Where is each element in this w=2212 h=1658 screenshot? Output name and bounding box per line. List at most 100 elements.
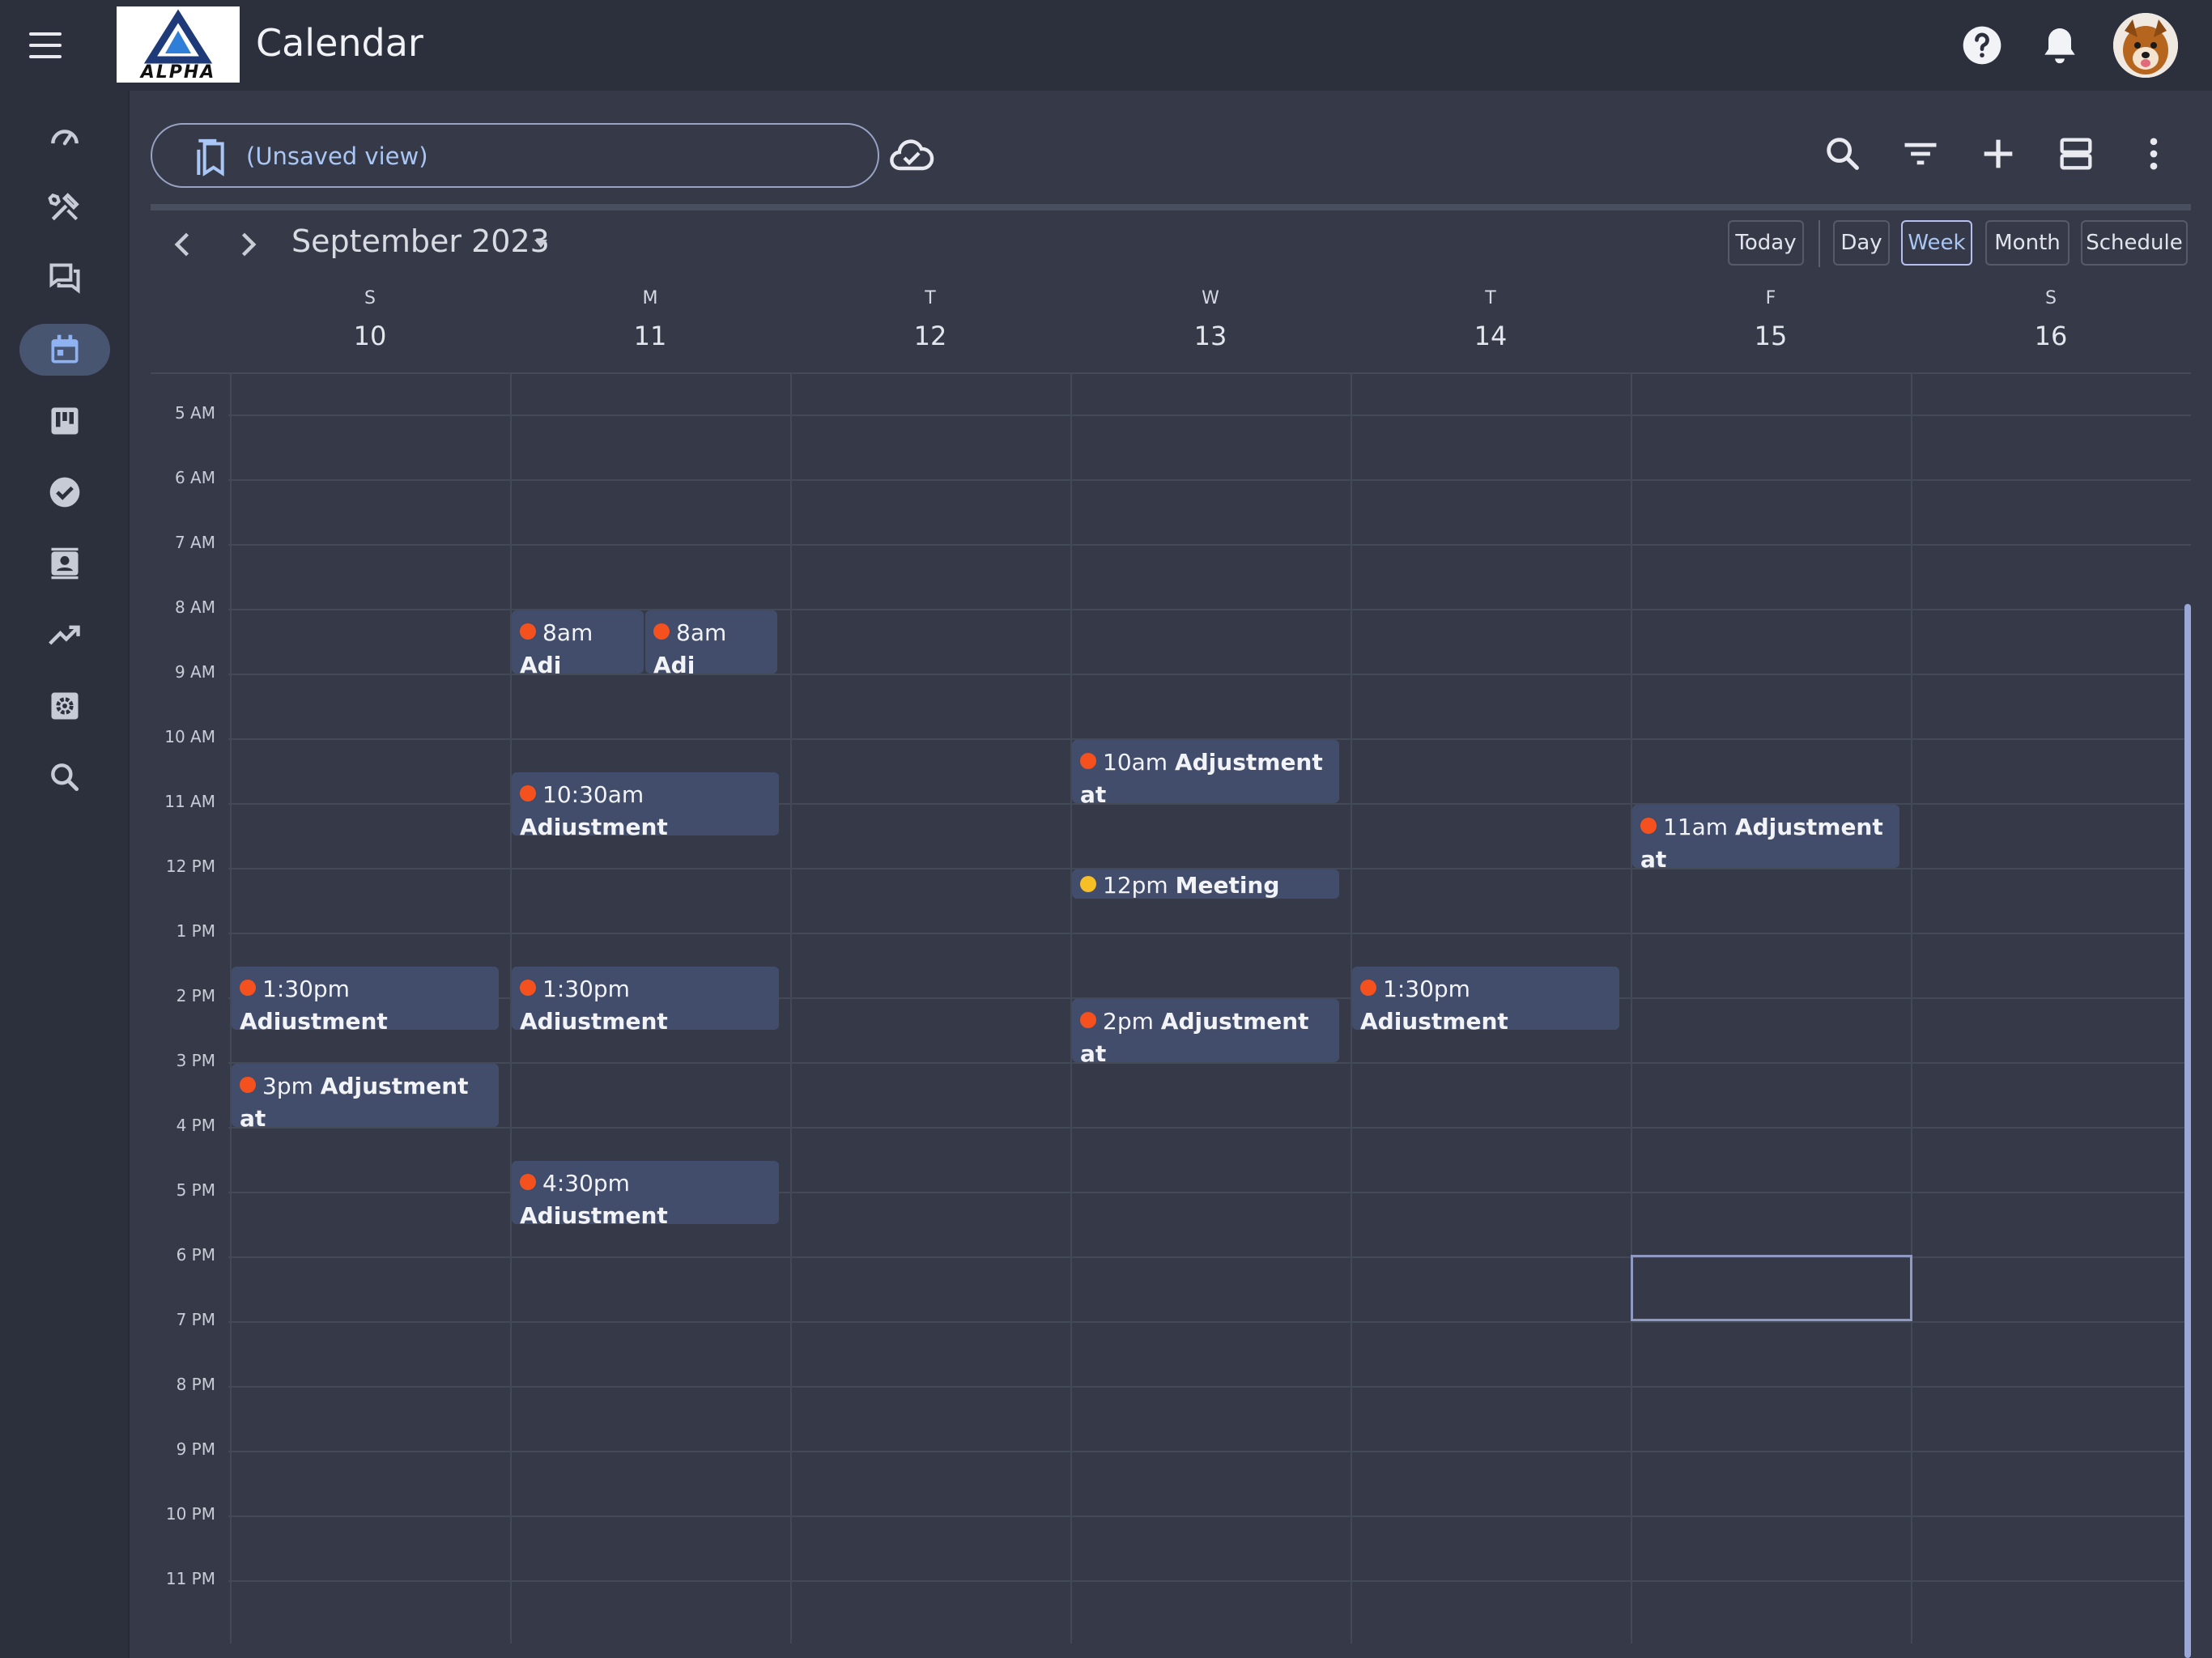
calendar-event[interactable]: 4:30pm Adjustmentat 576671 Adams (512, 1161, 779, 1224)
day-number[interactable]: 13 (1070, 321, 1351, 351)
cloud-done-icon[interactable] (889, 138, 934, 173)
sidebar-item-board[interactable] (19, 395, 110, 447)
hour-line (228, 1321, 2191, 1323)
day-number[interactable]: 12 (790, 321, 1070, 351)
hour-line (228, 1451, 2191, 1452)
calendar-event[interactable]: 8am Adjustment at (645, 610, 777, 674)
sidebar-item-reports[interactable] (19, 609, 110, 661)
day-number[interactable]: 16 (1911, 321, 2191, 351)
event-time: 2pm (1103, 1008, 1154, 1035)
time-label: 7 PM (176, 1310, 215, 1329)
chevron-right-icon[interactable] (230, 227, 266, 262)
day-header-16[interactable]: S 16 (1911, 288, 2191, 351)
day-header-13[interactable]: W 13 (1070, 288, 1351, 351)
day-of-week-label: S (364, 288, 376, 308)
event-time: 1:30pm (262, 976, 350, 1002)
day-column-divider (790, 372, 792, 1643)
calendar-event[interactable]: 11am Adjustment at504813 Hayes Falls, (1632, 805, 1899, 868)
calendar-event[interactable]: 12pm Meeting with (1072, 869, 1339, 899)
event-color-dot (653, 623, 670, 640)
event-color-dot (1080, 876, 1096, 892)
sidebar-item-tasks[interactable] (19, 466, 110, 518)
event-time: 10:30am (542, 781, 644, 808)
month-view-button[interactable]: Month (1985, 220, 2069, 266)
week-grid[interactable]: 5 AM 6 AM 7 AM 8 AM 9 AM 10 AM 11 AM 12 PM 1 PM 2… (151, 372, 2191, 1643)
event-color-dot (240, 1077, 256, 1093)
sidebar-item-contacts[interactable] (19, 538, 110, 589)
day-number[interactable]: 11 (510, 321, 790, 351)
view-separator (1819, 220, 1820, 267)
today-button[interactable]: Today (1728, 220, 1804, 266)
event-time: 11am (1663, 814, 1729, 840)
time-label: 9 AM (174, 662, 215, 682)
event-time: 12pm (1103, 872, 1168, 899)
user-avatar[interactable] (2113, 13, 2178, 78)
time-label: 10 AM (164, 727, 215, 746)
calendar-event[interactable]: 10am Adjustment at778412 Maryjane (1072, 740, 1339, 803)
month-title[interactable]: September 2023 (291, 223, 550, 259)
hour-line (228, 1386, 2191, 1388)
day-header-14[interactable]: T 14 (1351, 288, 1631, 351)
calendar-event[interactable]: 1:30pm Adjustmentat 36849 Rowe Estate, (1352, 967, 1619, 1030)
chevron-left-icon[interactable] (165, 227, 201, 262)
calendar-icon (51, 334, 79, 363)
caret-down-icon[interactable] (534, 240, 547, 248)
saved-view-selector[interactable]: (Unsaved view) (151, 123, 879, 188)
day-header-10[interactable]: S 10 (230, 288, 510, 351)
time-label: 5 AM (174, 403, 215, 423)
more-vert-icon[interactable] (2133, 133, 2175, 175)
bookmarks-icon (197, 138, 224, 176)
day-column-divider (1911, 372, 1912, 1643)
day-header-12[interactable]: T 12 (790, 288, 1070, 351)
event-color-dot (520, 980, 536, 996)
tools-icon (48, 193, 79, 221)
sidebar-item-search[interactable] (19, 751, 110, 803)
schedule-view-button[interactable]: Schedule (2081, 220, 2188, 266)
hour-line (228, 674, 2191, 675)
event-title: Adjustment (240, 1008, 388, 1030)
day-header-11[interactable]: M 11 (510, 288, 790, 351)
bell-icon[interactable] (2037, 23, 2082, 68)
chat-icon (49, 263, 80, 294)
time-label: 9 PM (176, 1439, 215, 1459)
event-title: Adjustment (520, 814, 668, 835)
selected-time-slot[interactable] (1631, 1255, 1912, 1321)
event-color-dot (1640, 818, 1657, 834)
day-number[interactable]: 10 (230, 321, 510, 351)
calendar-event[interactable]: 10:30am Adjustmentat 523240 Anderson (512, 772, 779, 835)
day-number[interactable]: 14 (1351, 321, 1631, 351)
day-view-button[interactable]: Day (1833, 220, 1890, 266)
event-color-dot (520, 785, 536, 801)
page-title: Calendar (256, 21, 423, 65)
calendar-event[interactable]: 8am Adjustment at (512, 610, 644, 674)
day-header-15[interactable]: F 15 (1631, 288, 1911, 351)
day-of-week-label: W (1202, 288, 1219, 308)
day-number[interactable]: 15 (1631, 321, 1911, 351)
hamburger-menu-icon[interactable] (29, 32, 62, 58)
event-time: 10am (1103, 749, 1168, 776)
sidebar-item-calendar[interactable] (19, 324, 110, 376)
calendar-event[interactable]: 3pm Adjustment at959303 Edmund (232, 1064, 499, 1127)
event-title: Adjustment (520, 1008, 668, 1030)
week-view-button[interactable]: Week (1901, 220, 1972, 266)
grid-scrollbar[interactable] (2184, 604, 2191, 1658)
hour-line (228, 544, 2191, 546)
calendar-event[interactable]: 1:30pm Adjustmentat 708217 Hermiston (232, 967, 499, 1030)
filter-icon[interactable] (1899, 133, 1942, 175)
sidebar-item-settings[interactable] (19, 680, 110, 732)
search-icon (51, 763, 79, 792)
time-label: 7 AM (174, 533, 215, 552)
sidebar-item-tools[interactable] (19, 181, 110, 233)
help-circle-icon[interactable] (1959, 23, 2005, 68)
event-time: 3pm (262, 1073, 313, 1099)
calendar-event[interactable]: 2pm Adjustment at928890 Ebert Prairie, (1072, 999, 1339, 1062)
sidebar-item-messages[interactable] (19, 253, 110, 304)
time-label: 12 PM (165, 857, 215, 876)
sidebar-item-dashboard[interactable] (19, 110, 110, 162)
calendar-event[interactable]: 1:30pm Adjustmentat 52090 Camryn (512, 967, 779, 1030)
search-icon[interactable] (1822, 133, 1864, 175)
day-column-divider (1631, 372, 1632, 1643)
time-label: 3 PM (176, 1051, 215, 1070)
view-agenda-icon[interactable] (2055, 133, 2097, 175)
add-icon[interactable] (1977, 133, 2019, 175)
